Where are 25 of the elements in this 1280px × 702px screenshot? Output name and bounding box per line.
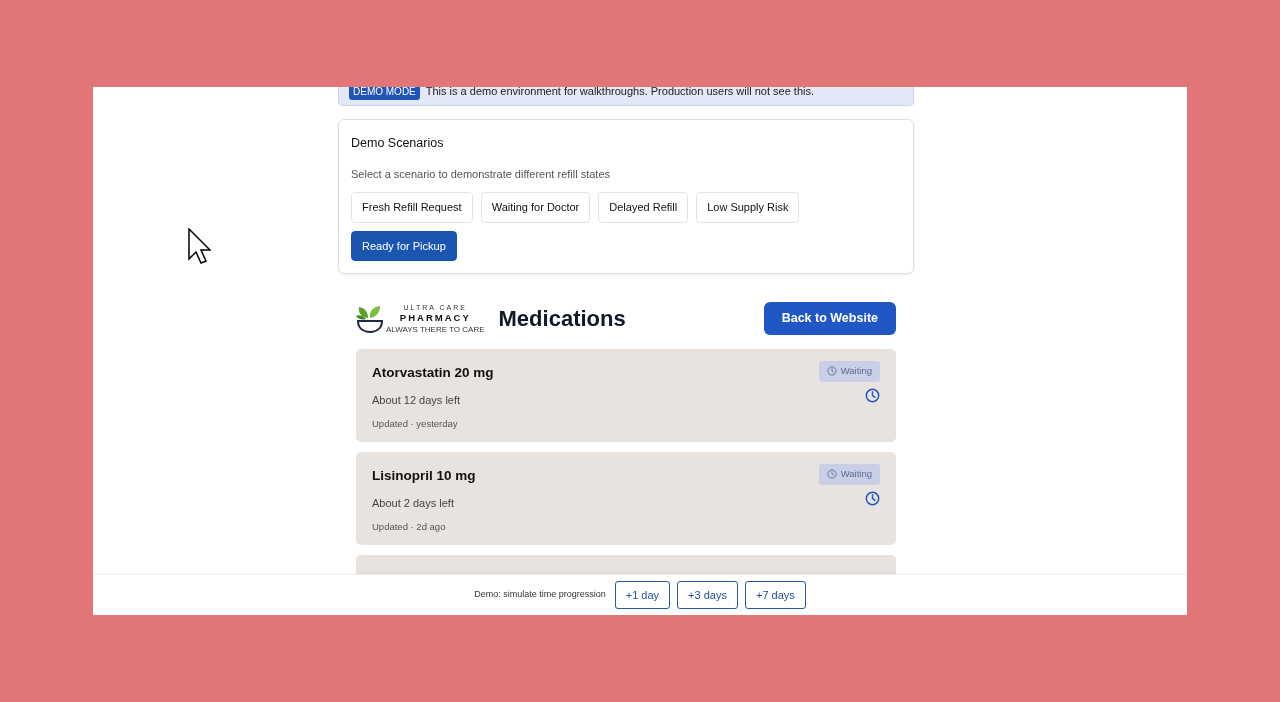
page-title: Medications (498, 305, 626, 334)
scenario-button[interactable]: Fresh Refill Request (351, 192, 473, 223)
scenario-button[interactable]: Waiting for Doctor (480, 192, 591, 223)
scenario-button[interactable]: Delayed Refill (598, 192, 689, 223)
status-badge: Waiting (818, 464, 880, 485)
medication-name: Atorvastatin 20 mg (372, 364, 494, 383)
logo-text: PHARMACY (399, 312, 471, 324)
banner-text: This is a demo environment for walkthroughs. Production users will not see this. (425, 87, 814, 100)
status-badge: Waiting (818, 361, 880, 382)
scenario-button[interactable]: Ready for Pickup (351, 230, 457, 262)
scenario-button[interactable]: Low Supply Risk (696, 192, 800, 223)
time-label: Demo: simulate time progression (474, 588, 606, 602)
card-subtitle: Select a scenario to demonstrate different refill states (351, 166, 612, 182)
demo-mode-badge: DEMO MODE (349, 87, 420, 100)
time-step-button[interactable]: +7 days (744, 580, 806, 610)
supply-text: About 12 days left (372, 392, 462, 408)
logo-tagline: ALWAYS THERE TO CARE (386, 324, 485, 334)
time-step-button[interactable]: +3 days (677, 580, 738, 610)
supply-text: About 2 days left (372, 495, 455, 511)
updated-text: Updated · 2d ago (372, 520, 447, 534)
medication-name: Lisinopril 10 mg (372, 467, 476, 486)
time-step-button[interactable]: +1 day (614, 580, 671, 610)
back-button[interactable]: Back to Website (763, 302, 896, 336)
card-title: Demo Scenarios (351, 135, 445, 152)
updated-text: Updated · yesterday (372, 417, 459, 431)
